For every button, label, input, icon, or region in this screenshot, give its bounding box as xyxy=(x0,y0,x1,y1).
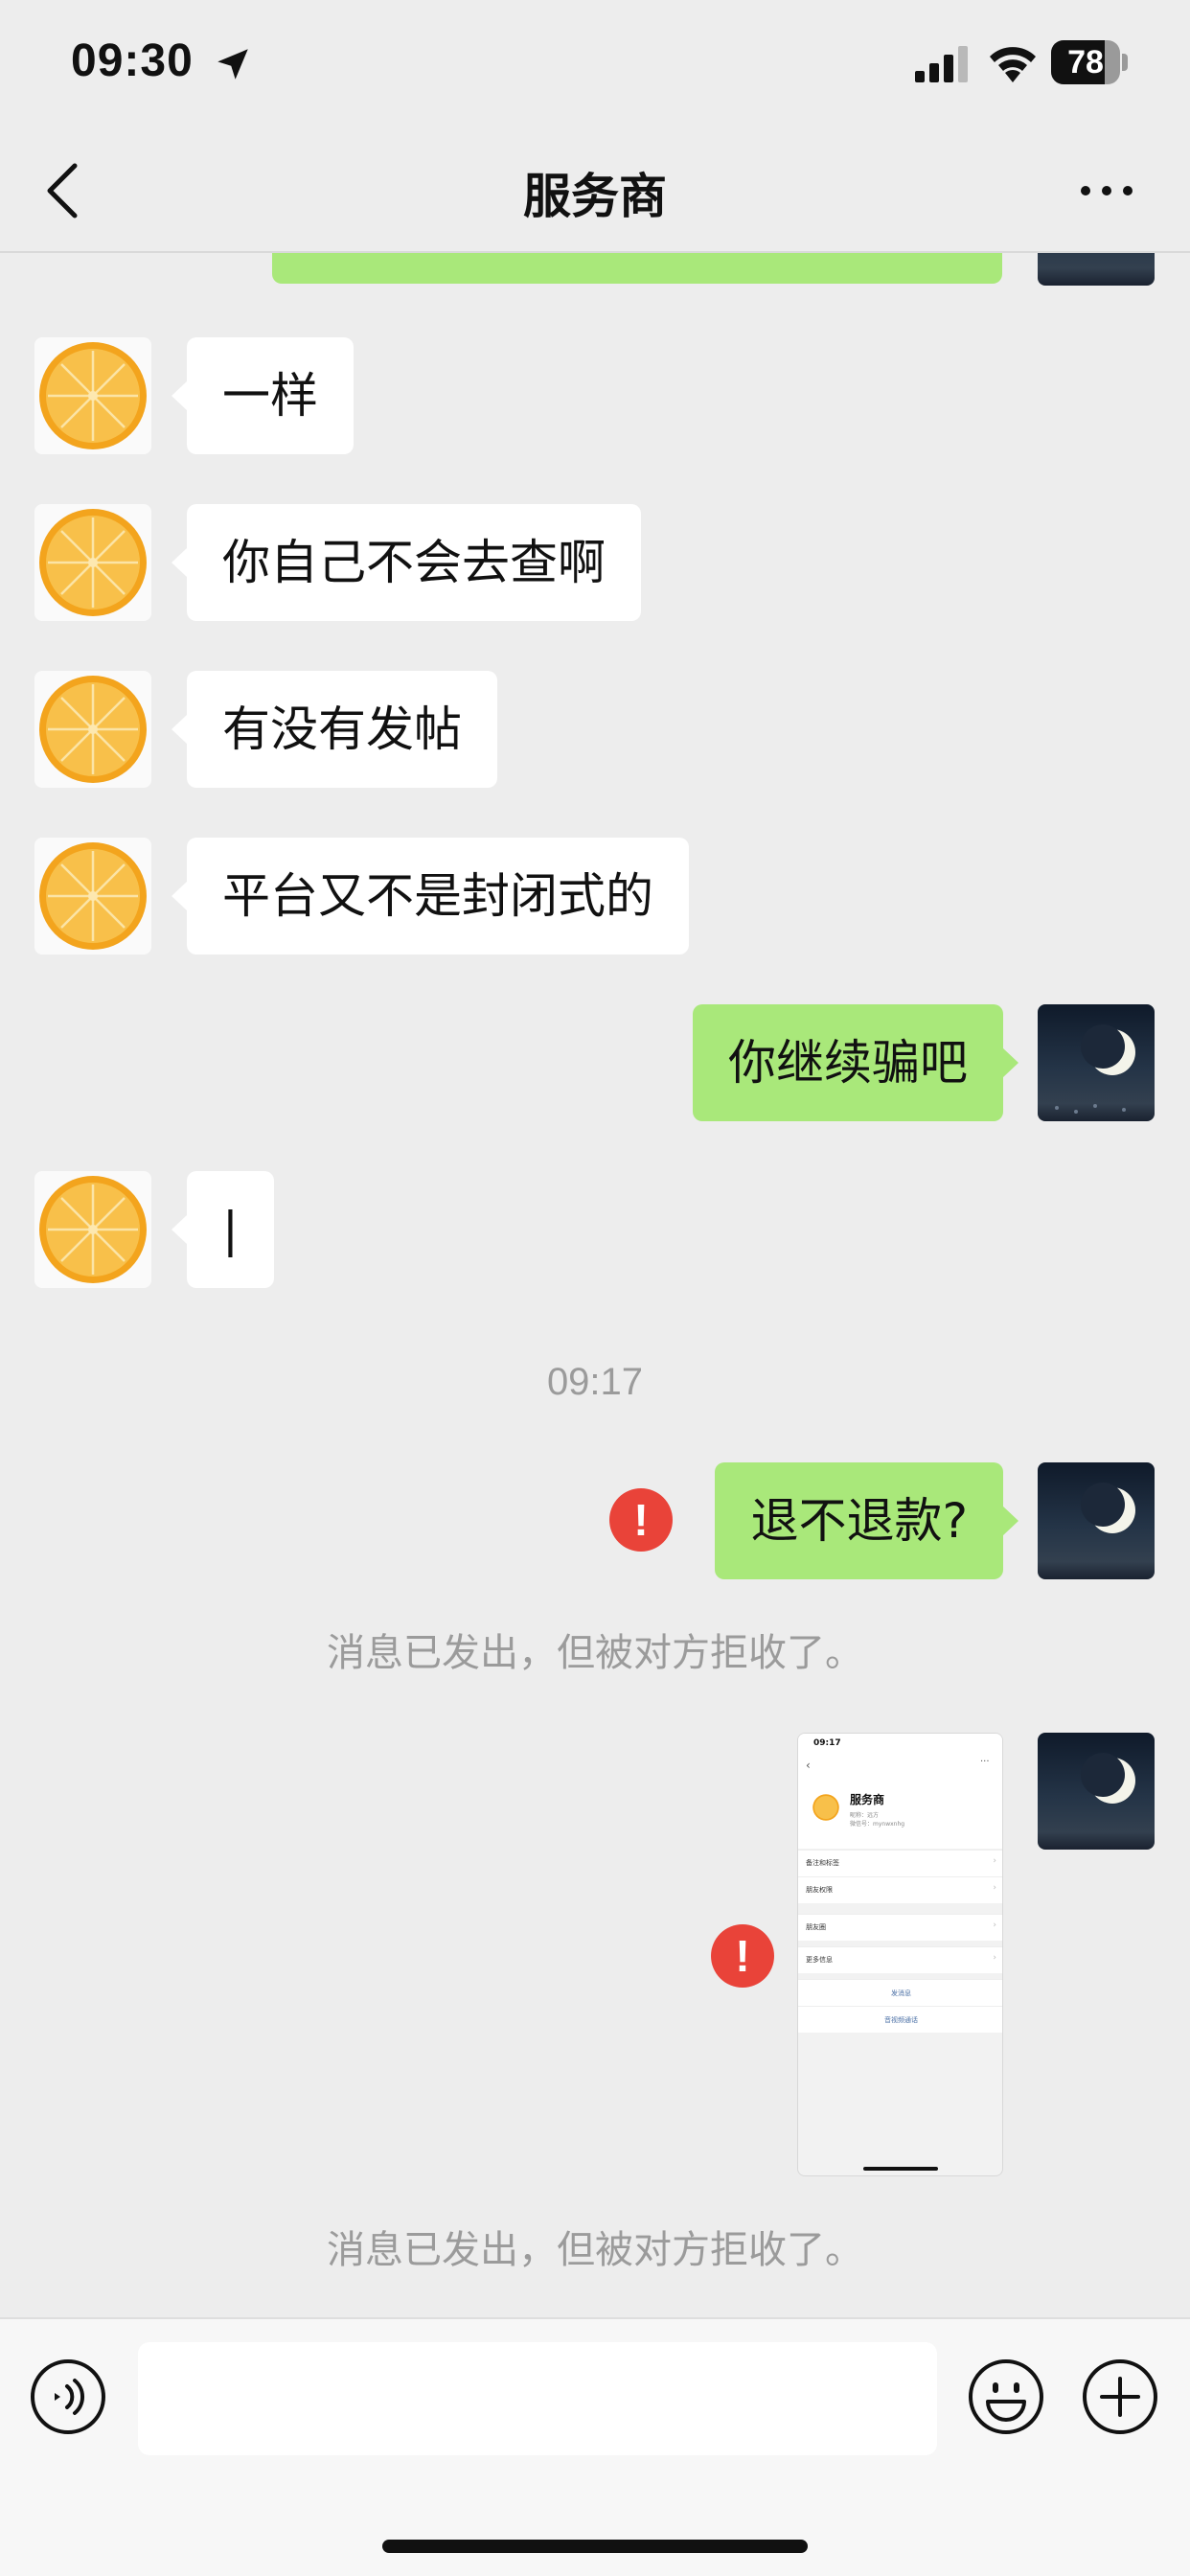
thumb-more-icon: ··· xyxy=(980,1757,990,1767)
previous-message-bubble-partial[interactable] xyxy=(272,253,1002,284)
send-failed-icon[interactable]: ! xyxy=(609,1488,673,1552)
message-input[interactable] xyxy=(138,2342,937,2455)
thumb-subline: 微信号：mynwxnhg xyxy=(850,1821,905,1828)
thumb-contact-name: 服务商 xyxy=(850,1793,885,1806)
contact-avatar[interactable] xyxy=(34,1171,151,1288)
message-bubble-incoming[interactable]: 一样 xyxy=(172,337,354,454)
message-bubble-incoming[interactable]: 平台又不是封闭式的 xyxy=(172,838,689,954)
thumb-home-indicator xyxy=(863,2167,938,2171)
contact-avatar[interactable] xyxy=(34,671,151,788)
message-bubble-incoming[interactable]: 有没有发帖 xyxy=(172,671,497,788)
moon-avatar-image xyxy=(1081,1483,1135,1533)
thumb-row: 备注和标签 › xyxy=(798,1850,1002,1876)
contact-avatar[interactable] xyxy=(34,337,151,454)
nav-bar: 服务商 xyxy=(0,129,1190,253)
more-dots-icon[interactable] xyxy=(1078,181,1135,200)
battery-icon: 78 xyxy=(1051,40,1128,84)
message-bubble-outgoing[interactable]: 你继续骗吧 xyxy=(693,1004,1018,1121)
status-time: 09:30 xyxy=(71,35,194,86)
home-indicator xyxy=(382,2540,808,2553)
plus-icon[interactable] xyxy=(1081,2358,1159,2436)
battery-percent: 78 xyxy=(1067,44,1104,80)
moon-avatar-image xyxy=(1038,253,1155,286)
moon-avatar-image xyxy=(1081,1753,1135,1804)
contact-avatar[interactable] xyxy=(34,838,151,954)
input-bar xyxy=(0,2317,1190,2576)
thumb-time: 09:17 xyxy=(813,1738,841,1748)
rejected-notice: 消息已发出，但被对方拒收了。 xyxy=(327,1631,863,1675)
thumb-row: 更多信息 › xyxy=(798,1946,1002,1973)
orange-slice-icon xyxy=(39,509,147,616)
thumb-action: 发消息 xyxy=(798,1979,1002,2006)
cellular-signal-icon xyxy=(915,46,968,82)
message-bubble-outgoing[interactable]: 退不退款? xyxy=(715,1462,1018,1579)
location-arrow-icon xyxy=(217,49,248,80)
thumb-row: 朋友圈 › xyxy=(798,1914,1002,1941)
my-avatar[interactable] xyxy=(1038,1462,1155,1579)
orange-slice-icon xyxy=(39,1176,147,1283)
thumb-avatar xyxy=(812,1793,840,1822)
my-avatar[interactable] xyxy=(1038,253,1155,286)
orange-slice-icon xyxy=(39,676,147,783)
thumb-action: 音视频通话 xyxy=(798,2006,1002,2033)
send-failed-icon[interactable]: ! xyxy=(711,1924,774,1988)
thumb-back-icon: ‹ xyxy=(806,1759,811,1772)
orange-slice-icon xyxy=(39,342,147,449)
my-avatar[interactable] xyxy=(1038,1004,1155,1121)
chat-area[interactable]: 一样 你自己不会去查啊 有没有发帖 平台又不是封闭式的 你继续骗吧 | 09:1… xyxy=(0,253,1190,2317)
message-bubble-incoming[interactable]: 你自己不会去查啊 xyxy=(172,504,641,621)
emoji-icon[interactable] xyxy=(967,2358,1045,2436)
voice-icon[interactable] xyxy=(29,2358,107,2436)
page-title: 服务商 xyxy=(523,169,667,224)
chat-timestamp: 09:17 xyxy=(546,1361,644,1403)
screenshot-image-message[interactable]: 09:17 ‹ ··· 服务商 昵称：远方 微信号：mynwxnhg 备注和标签… xyxy=(797,1733,1003,2176)
contact-avatar[interactable] xyxy=(34,504,151,621)
rejected-notice: 消息已发出，但被对方拒收了。 xyxy=(327,2228,863,2272)
status-bar: 09:30 78 xyxy=(0,0,1190,129)
orange-slice-icon xyxy=(39,842,147,950)
wifi-icon xyxy=(990,47,1036,82)
thumb-subline: 昵称：远方 xyxy=(850,1812,880,1819)
my-avatar[interactable] xyxy=(1038,1733,1155,1850)
message-bubble-incoming[interactable]: | xyxy=(172,1171,274,1288)
thumb-row: 朋友权限 › xyxy=(798,1876,1002,1903)
moon-avatar-image xyxy=(1055,1024,1135,1114)
